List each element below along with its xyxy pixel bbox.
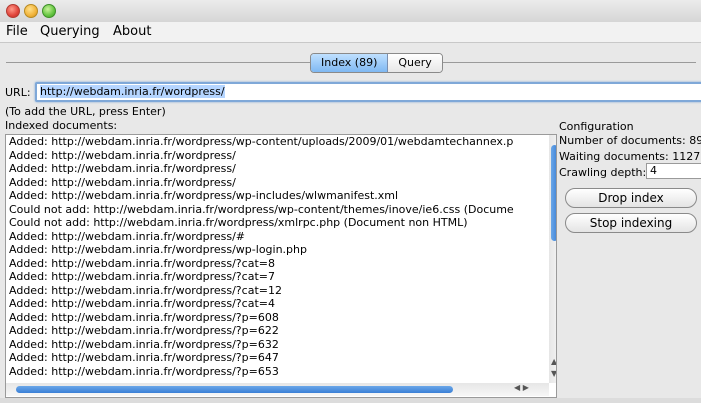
log-line: Added: http://webdam.inria.fr/wordpress/… [9,364,279,378]
crawling-depth-label: Crawling depth: [559,166,647,179]
horizontal-scrollbar[interactable]: ◀ ▶ [6,383,549,396]
log-line: Added: http://webdam.inria.fr/wordpress/ [9,148,236,162]
url-hint: (To add the URL, press Enter) [5,105,166,118]
log-line: Added: http://webdam.inria.fr/wordpress/… [9,351,279,364]
menu-about[interactable]: About [113,24,151,39]
log-line: Added: http://webdam.inria.fr/wordpress/… [9,243,307,256]
horizontal-scroll-thumb[interactable] [16,386,453,393]
scroll-down-icon[interactable]: ▼ [551,369,556,378]
menu-file[interactable]: File [6,24,28,39]
indexed-documents-log[interactable]: Added: http://webdam.inria.fr/wordpress/… [5,134,557,398]
menu-bar: File Querying About [0,22,701,43]
drop-index-button[interactable]: Drop index [565,188,697,208]
log-line: Added: http://webdam.inria.fr/wordpress/… [9,283,282,297]
window-bottom-edge [0,398,701,403]
log-line: Could not add: http://webdam.inria.fr/wo… [9,202,514,216]
log-line: Added: http://webdam.inria.fr/wordpress/… [9,324,279,337]
indexed-documents-label: Indexed documents: [5,119,118,132]
tab-query[interactable]: Query [388,54,442,72]
stop-indexing-button[interactable]: Stop indexing [565,213,697,233]
log-line: Added: http://webdam.inria.fr/wordpress/… [9,310,279,324]
log-line: Added: http://webdam.inria.fr/wordpress/… [9,189,399,202]
tab-index[interactable]: Index (89) [311,54,389,72]
log-lines: Added: http://webdam.inria.fr/wordpress/… [9,135,549,378]
crawling-depth-input[interactable]: 4 [646,163,701,179]
log-line: Added: http://webdam.inria.fr/wordpress/… [9,270,275,283]
log-line: Added: http://webdam.inria.fr/wordpress/… [9,229,246,243]
log-line: Added: http://webdam.inria.fr/wordpress/… [9,337,279,351]
close-window-icon[interactable] [6,4,20,18]
configuration-title: Configuration [559,120,634,133]
zoom-window-icon[interactable] [42,4,56,18]
log-line: Could not add: http://webdam.inria.fr/wo… [9,216,468,229]
url-input-value: http://webdam.inria.fr/wordpress/ [40,85,225,98]
log-line: Added: http://webdam.inria.fr/wordpress/ [9,175,236,189]
configuration-panel: Configuration Number of documents: 89 Wa… [559,120,701,165]
horizontal-scroll-arrows-icon[interactable]: ◀ ▶ [514,383,529,392]
vertical-scroll-thumb[interactable] [551,145,556,241]
scroll-up-icon[interactable]: ▲ [551,357,556,366]
log-line: Added: http://webdam.inria.fr/wordpress/… [9,256,275,270]
log-line: Added: http://webdam.inria.fr/wordpress/… [9,135,514,148]
window-titlebar [0,0,701,23]
log-line: Added: http://webdam.inria.fr/wordpress/… [9,297,275,310]
vertical-scrollbar[interactable]: ▲ ▼ [549,135,556,383]
url-input[interactable]: http://webdam.inria.fr/wordpress/ [35,82,701,102]
number-of-documents: Number of documents: 89 [559,134,701,147]
minimize-window-icon[interactable] [24,4,38,18]
log-line: Added: http://webdam.inria.fr/wordpress/ [9,162,236,175]
url-label: URL: [5,86,31,99]
tab-bar: Index (89) Query [310,53,443,73]
menu-querying[interactable]: Querying [40,24,100,39]
